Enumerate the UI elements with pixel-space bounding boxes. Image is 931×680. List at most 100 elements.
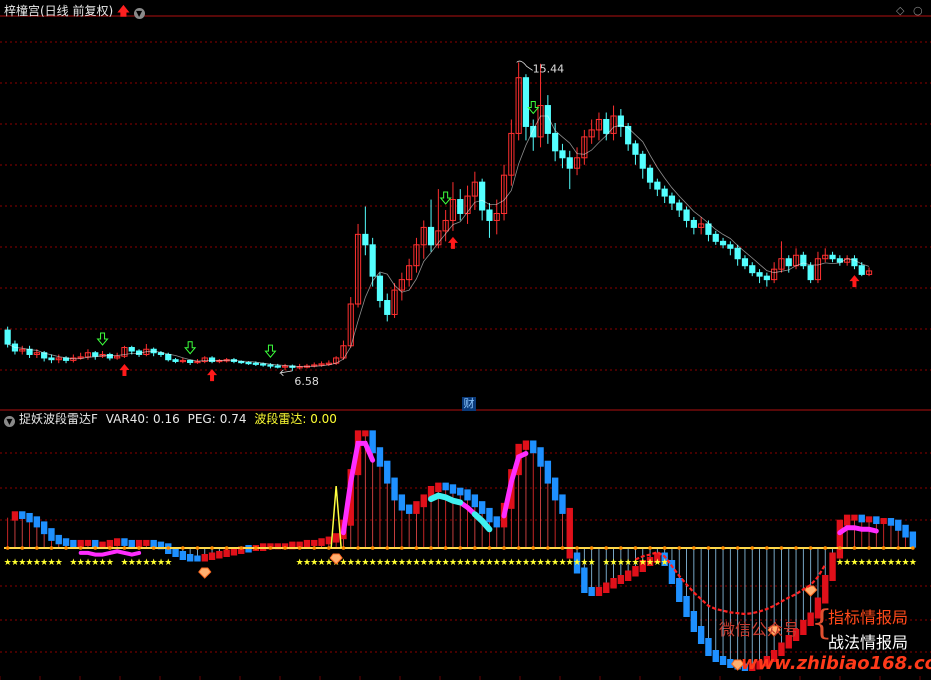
star-mark: ★ (909, 558, 917, 568)
sell-arrow-icon (96, 332, 109, 346)
zero-dot (224, 546, 229, 550)
indicator-ribbon (676, 578, 683, 602)
candle-body (712, 233, 719, 242)
candle-body (829, 254, 836, 260)
indicator-ribbon (829, 552, 836, 581)
indicator-ribbon (493, 516, 500, 528)
indicator-ribbon (668, 560, 676, 584)
candle-body (785, 258, 792, 267)
candle-body (800, 254, 807, 267)
zero-dot (560, 546, 565, 550)
indicator-ribbon (398, 494, 406, 511)
zero-dot (166, 546, 171, 550)
diamond-icon (198, 567, 212, 579)
candle-body (719, 240, 727, 246)
chevron-down-icon[interactable]: ▼ (4, 416, 15, 427)
indicator-ribbon (99, 541, 106, 548)
zero-dot (706, 546, 711, 550)
candle-body (92, 352, 99, 357)
zero-dot (35, 546, 39, 550)
zero-dot (327, 546, 331, 550)
indicator-ribbon (690, 611, 698, 632)
watermark-url: www.zhibiao168.com (741, 653, 931, 674)
indicator-ribbon (449, 484, 457, 494)
indicator-ribbon (843, 514, 851, 526)
indicator-ribbon (62, 538, 70, 546)
indicator-ribbon (413, 501, 420, 514)
candle-body (603, 118, 610, 134)
indicator-ribbon (909, 531, 917, 548)
indicator-ribbon (522, 440, 530, 450)
price-header: 梓橦宫(日线 前复权) 🡅 ▼ (4, 3, 148, 19)
indicator-ribbon (113, 538, 121, 546)
indicator-ribbon (332, 533, 340, 543)
candle-body (749, 265, 756, 274)
price-pane[interactable] (4, 60, 873, 382)
zero-dot (297, 546, 302, 550)
zero-dot (254, 546, 258, 550)
zero-dot (896, 546, 901, 550)
zero-dot (268, 546, 273, 550)
indicator-ribbon (471, 494, 479, 508)
zero-dot (735, 546, 740, 550)
zero-dot (356, 546, 360, 550)
indicator-ribbon (194, 555, 201, 562)
candle-body (661, 188, 668, 197)
zero-dot (400, 546, 404, 550)
candle-body (552, 132, 559, 152)
circle-icon[interactable]: ○ (913, 4, 923, 17)
indicator-ribbon (719, 656, 727, 665)
indicator-ribbon (464, 489, 471, 501)
indicator-ribbon (705, 638, 712, 656)
star-mark: ★ (55, 558, 63, 568)
star-mark: ★ (106, 558, 114, 568)
low-price-label: 6.58 (294, 375, 319, 388)
candle-body (486, 209, 493, 221)
zero-dot (619, 546, 623, 550)
chevron-down-icon[interactable]: ▼ (133, 8, 145, 19)
indicator-ribbon (712, 650, 719, 662)
indicator-ribbon (143, 539, 150, 546)
finance-badge[interactable]: 财 (462, 397, 476, 411)
indicator-ribbon (55, 534, 62, 545)
peg-label: PEG: (187, 412, 216, 426)
indicator-ribbon (26, 512, 33, 523)
var40-label: VAR40: (105, 412, 150, 426)
peg-value: 0.74 (219, 412, 247, 426)
zero-dot (122, 546, 127, 550)
zero-dot (633, 546, 638, 550)
kline-chart: ★ ★ ★ ★ ★ ★ ★ ★ ★ ★ ★ ★ ★ ★ ★ ★ ★ ★ ★ ★ ★ ★ ★ ★ ★ ★ ★ ★ ★ ★ ★ ★ ★ ★ ★ ★ ★ ★ ★ ★… (0, 15, 931, 680)
zero-dot (195, 546, 200, 550)
zero-dot (429, 546, 433, 550)
zero-dot (443, 546, 448, 550)
zero-dot (151, 546, 156, 550)
indicator-ribbon (836, 519, 844, 559)
magenta-stroke (501, 451, 529, 519)
candle-body (763, 275, 770, 281)
indicator-name: 捉妖波段雷达F (19, 412, 98, 426)
up-arrow-icon: 🡅 (117, 4, 130, 18)
wave-label: 波段雷达: (254, 412, 307, 426)
indicator-ribbon (457, 487, 464, 496)
indicator-ribbon (588, 587, 595, 596)
zero-dot (210, 546, 214, 550)
indicator-header: ▼ 捉妖波段雷达F VAR40: 0.16 PEG: 0.74 波段雷达: 0.00 (4, 411, 337, 427)
indicator-ribbon (624, 570, 632, 581)
candle-body (646, 167, 654, 183)
indicator-ribbon (216, 551, 223, 559)
zero-dot (370, 546, 375, 550)
diamond-icon[interactable]: ◇ (896, 4, 904, 17)
zero-dot (502, 546, 506, 550)
indicator-ribbon (595, 587, 603, 596)
zero-dot (808, 546, 813, 550)
indicator-ribbon (11, 511, 19, 521)
zero-dot (604, 546, 609, 550)
zero-dot (93, 546, 98, 550)
indicator-ribbon (40, 521, 48, 535)
zero-dot (239, 546, 244, 550)
watermark-line2: 战法情报局 (828, 633, 909, 652)
zero-dot (312, 546, 317, 550)
zero-dot (531, 546, 536, 550)
indicator-ribbon (486, 507, 493, 523)
zero-dot (648, 546, 652, 550)
